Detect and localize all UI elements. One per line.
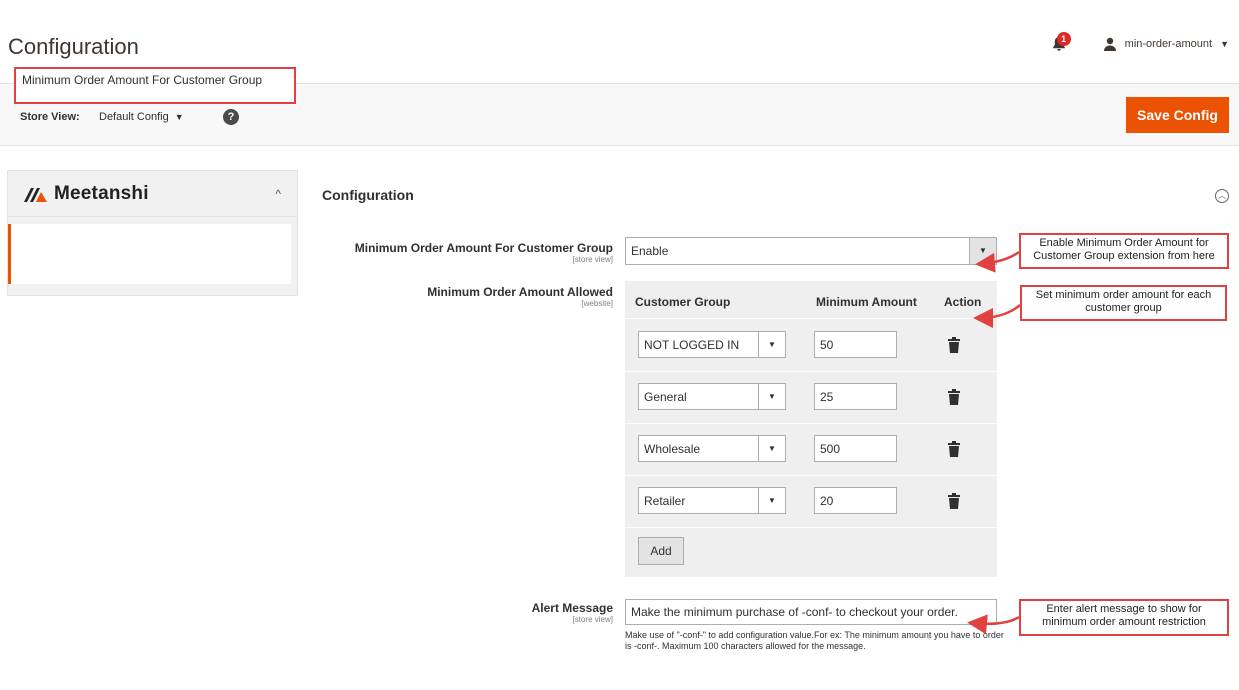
chevron-down-icon: ▼ — [758, 384, 785, 409]
callout-enable: Enable Minimum Order Amount for Customer… — [1019, 233, 1229, 269]
allowed-field-scope: [website] — [581, 299, 613, 308]
customer-group-grid: Customer Group Minimum Amount Action NOT… — [625, 281, 997, 577]
chevron-down-icon: ▼ — [174, 112, 184, 122]
column-header-action: Action — [944, 295, 982, 309]
meetanshi-logo-icon — [24, 187, 47, 202]
customer-group-value: NOT LOGGED IN — [644, 338, 740, 352]
sidebar-item-active — [8, 224, 291, 284]
minimum-amount-input[interactable]: 25 — [814, 383, 897, 410]
add-row-button[interactable]: Add — [638, 537, 684, 565]
chevron-down-icon: ▼ — [969, 238, 996, 264]
customer-group-value: General — [644, 390, 687, 404]
row-divider — [625, 527, 997, 528]
customer-group-value: Wholesale — [644, 442, 701, 456]
question-circle-icon[interactable]: ? — [223, 109, 239, 125]
trash-icon[interactable] — [948, 441, 960, 457]
customer-group-select[interactable]: Retailer ▼ — [638, 487, 786, 514]
chevron-up-icon[interactable]: ^ — [275, 187, 281, 201]
trash-icon[interactable] — [948, 493, 960, 509]
customer-group-select[interactable]: Wholesale ▼ — [638, 435, 786, 462]
sidebar-tab-meetanshi[interactable]: Meetanshi ^ — [8, 171, 297, 217]
column-header-minimum-amount: Minimum Amount — [816, 295, 917, 309]
store-view-switcher[interactable]: Default Config ▼ — [99, 111, 184, 123]
callout-set-amount: Set minimum order amount for each custom… — [1020, 285, 1227, 321]
alert-field-scope: [store view] — [572, 615, 613, 624]
enable-field-label: Minimum Order Amount For Customer Group — [354, 241, 613, 255]
enable-select-value: Enable — [631, 244, 669, 258]
row-divider — [625, 423, 997, 424]
minimum-amount-input[interactable]: 20 — [814, 487, 897, 514]
save-config-button[interactable]: Save Config — [1126, 97, 1229, 133]
header-actions: 1 min-order-amount ▼ — [1051, 32, 1229, 52]
chevron-down-icon: ▼ — [758, 488, 785, 513]
notifications-button[interactable]: 1 — [1051, 32, 1071, 52]
column-header-customer-group: Customer Group — [635, 295, 731, 309]
alert-field-label: Alert Message — [531, 601, 613, 615]
chevron-down-icon: ▼ — [758, 436, 785, 461]
alert-message-note: Make use of "-conf-" to add configuratio… — [625, 630, 1004, 651]
customer-group-value: Retailer — [644, 494, 686, 508]
row-divider — [625, 318, 997, 319]
sidebar-brand: Meetanshi — [54, 182, 149, 204]
row-divider — [625, 475, 997, 476]
user-menu[interactable]: min-order-amount ▼ — [1103, 37, 1229, 51]
enable-select[interactable]: Enable ▼ — [625, 237, 997, 265]
config-sidebar: Meetanshi ^ — [7, 170, 298, 296]
customer-group-select[interactable]: General ▼ — [638, 383, 786, 410]
alert-message-input[interactable]: Make the minimum purchase of -conf- to c… — [625, 599, 997, 625]
minimum-amount-input[interactable]: 50 — [814, 331, 897, 358]
collapse-circle-icon[interactable]: ︿ — [1215, 189, 1229, 203]
row-divider — [625, 371, 997, 372]
enable-field-scope: [store view] — [572, 255, 613, 264]
callout-alert: Enter alert message to show for minimum … — [1019, 599, 1229, 636]
user-icon — [1103, 37, 1116, 51]
notification-count-badge: 1 — [1056, 32, 1071, 46]
store-view-label: Store View: — [20, 111, 80, 123]
page-title: Configuration — [8, 34, 139, 59]
trash-icon[interactable] — [948, 389, 960, 405]
sidebar-item-min-order-amount[interactable]: Minimum Order Amount For Customer Group — [14, 67, 296, 104]
chevron-down-icon: ▼ — [758, 332, 785, 357]
minimum-amount-input[interactable]: 500 — [814, 435, 897, 462]
customer-group-select[interactable]: NOT LOGGED IN ▼ — [638, 331, 786, 358]
allowed-field-label: Minimum Order Amount Allowed — [427, 285, 613, 299]
store-view-value: Default Config — [99, 111, 169, 123]
trash-icon[interactable] — [948, 337, 960, 353]
username: min-order-amount — [1124, 38, 1213, 50]
chevron-down-icon: ▼ — [1220, 39, 1229, 49]
section-title[interactable]: Configuration — [322, 187, 414, 203]
